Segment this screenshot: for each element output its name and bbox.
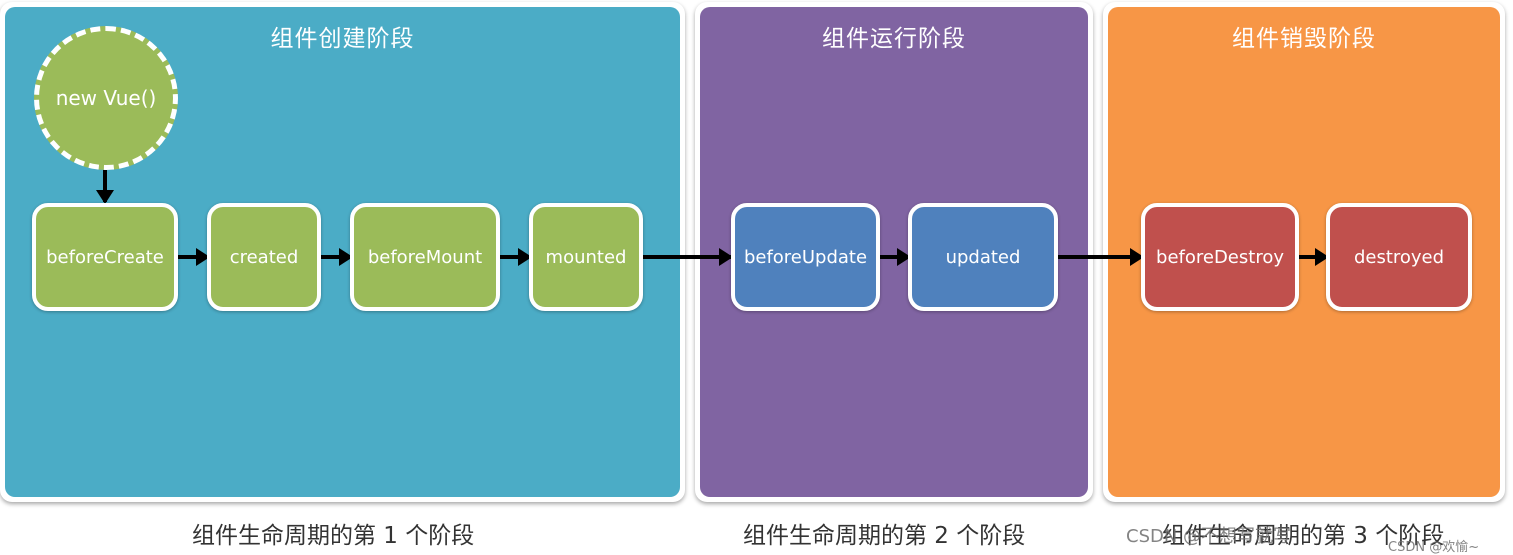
arrow-7 bbox=[1299, 248, 1329, 266]
hook-label: beforeCreate bbox=[46, 246, 164, 268]
hook-destroyed: destroyed bbox=[1326, 203, 1472, 311]
arrow-6 bbox=[1058, 248, 1144, 266]
hook-label: beforeMount bbox=[367, 246, 483, 268]
hook-label: destroyed bbox=[1353, 246, 1445, 268]
running-phase-title: 组件运行阶段 bbox=[822, 26, 966, 52]
hook-label: updated bbox=[945, 246, 1021, 268]
hook-updated: updated bbox=[908, 203, 1058, 311]
watermark-1: CSDN @不想写就写 bbox=[1126, 526, 1292, 547]
arrow-3 bbox=[500, 248, 532, 266]
hook-before-mount: beforeMount bbox=[350, 203, 500, 311]
arrow-4 bbox=[643, 248, 733, 266]
hook-created: created bbox=[207, 203, 321, 311]
hook-before-destroy: beforeDestroy bbox=[1141, 203, 1299, 311]
hook-label: mounted bbox=[545, 246, 627, 268]
arrow-1 bbox=[178, 248, 210, 266]
arrow-5 bbox=[880, 248, 911, 266]
new-vue-start-node: new Vue() bbox=[34, 26, 178, 170]
hook-label: beforeUpdate bbox=[743, 246, 868, 268]
hook-label: beforeDestroy bbox=[1156, 246, 1284, 268]
new-vue-label: new Vue() bbox=[55, 86, 157, 110]
hook-label: created bbox=[229, 246, 299, 268]
arrow-2 bbox=[321, 248, 353, 266]
phase-1-caption: 组件生命周期的第 1 个阶段 bbox=[192, 523, 475, 549]
watermark-2: CSDN @欢愉~ bbox=[1388, 540, 1480, 555]
destroy-phase-title: 组件销毁阶段 bbox=[1232, 26, 1376, 52]
start-to-beforecreate-arrow bbox=[96, 170, 114, 204]
hook-mounted: mounted bbox=[529, 203, 643, 311]
hook-before-update: beforeUpdate bbox=[731, 203, 880, 311]
phase-2-caption: 组件生命周期的第 2 个阶段 bbox=[743, 523, 1026, 549]
hook-before-create: beforeCreate bbox=[32, 203, 178, 311]
